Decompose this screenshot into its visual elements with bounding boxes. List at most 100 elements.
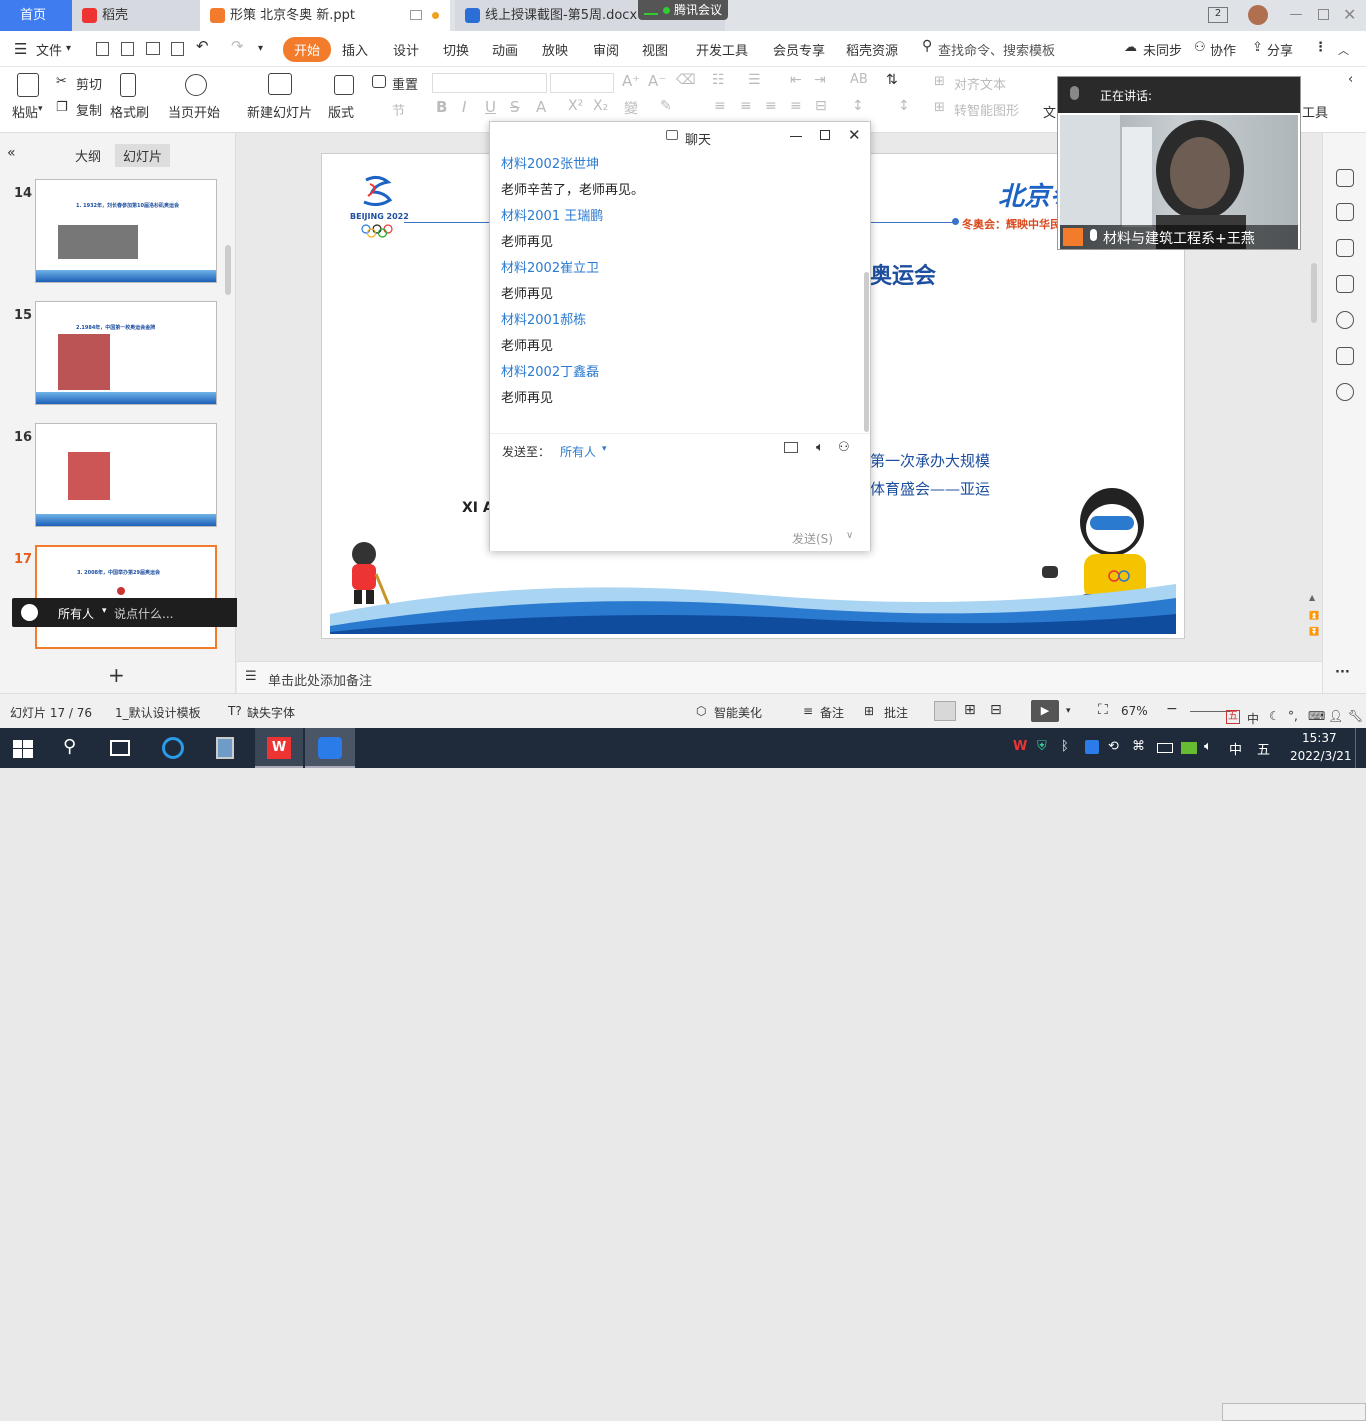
volume-icon[interactable]: 🔈︎ <box>1204 739 1212 754</box>
missing-font-button[interactable]: 缺失字体 <box>247 704 295 721</box>
menu-file[interactable]: 文件 <box>36 40 62 59</box>
punctuation-icon[interactable]: °, <box>1288 709 1298 723</box>
quick-access-dropdown-icon[interactable]: ▾ <box>258 43 263 54</box>
distribute-icon[interactable]: ⊟ <box>815 98 827 114</box>
close-icon[interactable]: ✕ <box>848 126 861 144</box>
collapse-ribbon-icon[interactable]: ︿ <box>1338 42 1349 58</box>
numbering-icon[interactable]: ☰ <box>748 72 761 88</box>
chevron-down-icon[interactable]: ▾ <box>1066 706 1071 716</box>
font-shrink-icon[interactable]: A⁻ <box>648 72 666 90</box>
outdent-icon[interactable]: ⇤ <box>790 72 802 88</box>
help-icon[interactable] <box>1336 311 1354 329</box>
font-color-icon[interactable]: A <box>536 98 546 116</box>
restore-icon[interactable] <box>1318 9 1329 20</box>
menu-developer[interactable]: 开发工具 <box>696 40 748 59</box>
tab-docer[interactable]: 稻壳 <box>72 0 200 31</box>
slide-thumbnail-14[interactable]: 1. 1932年，刘长春参加第10届洛杉矶奥运会 <box>35 179 217 283</box>
clock-time[interactable]: 15:37 <box>1302 731 1337 745</box>
next-slide-icon[interactable]: ⏬ <box>1309 627 1319 636</box>
show-desktop-button[interactable] <box>1355 728 1356 768</box>
send-to-select[interactable]: 所有人 <box>560 443 596 460</box>
collapse-panel-icon[interactable]: « <box>7 145 16 161</box>
zoom-slider[interactable] <box>1190 711 1230 712</box>
font-grow-icon[interactable]: A⁺ <box>622 72 640 90</box>
comments-button[interactable]: 批注 <box>884 704 908 721</box>
meeting-tray-icon[interactable] <box>1085 740 1099 754</box>
phonetic-icon[interactable]: 變 <box>624 98 638 118</box>
menu-start[interactable]: 开始 <box>283 37 332 62</box>
user-settings-icon[interactable]: ⚇ <box>838 440 850 455</box>
undo-icon[interactable]: ↶ <box>196 37 209 55</box>
paste-button[interactable]: 粘贴 <box>12 102 38 121</box>
eraser-icon[interactable]: ⌫ <box>676 72 696 88</box>
search-icon[interactable]: ⚲ <box>63 736 76 757</box>
notes-placeholder[interactable]: 单击此处添加备注 <box>268 670 372 689</box>
menu-member[interactable]: 会员专享 <box>773 40 825 59</box>
file-icon[interactable] <box>784 442 798 453</box>
font-family-select[interactable] <box>432 73 547 93</box>
taskbar-meeting[interactable] <box>305 728 355 768</box>
justify-icon[interactable]: ≡ <box>790 98 802 114</box>
export-icon[interactable] <box>121 42 134 56</box>
search-icon[interactable]: ⚲ <box>922 38 932 54</box>
emoji-icon[interactable] <box>21 604 38 621</box>
command-search[interactable]: 查找命令、搜索模板 <box>938 40 1055 59</box>
sort-icon[interactable]: ⇅ <box>886 72 898 88</box>
cloud-icon[interactable]: ☁ <box>1124 40 1137 55</box>
wps-tray-icon[interactable]: W <box>1013 739 1027 754</box>
subscript-icon[interactable]: X₂ <box>593 98 608 114</box>
print-icon[interactable] <box>146 42 160 55</box>
star-icon[interactable] <box>1336 239 1354 257</box>
maximize-icon[interactable] <box>820 130 830 140</box>
settings-sliders-icon[interactable] <box>1336 203 1354 221</box>
ime-wubi-indicator[interactable]: 五 <box>1257 739 1270 758</box>
align-right-icon[interactable]: ≡ <box>765 98 777 114</box>
edge-browser-icon[interactable] <box>162 737 184 759</box>
section-button[interactable]: 节 <box>392 100 405 119</box>
normal-view-icon[interactable] <box>934 701 956 721</box>
font-size-select[interactable] <box>550 73 614 93</box>
strikethrough-icon[interactable]: S <box>510 98 520 116</box>
paste-icon[interactable] <box>17 73 39 97</box>
slide-thumbnail-15[interactable]: 2.1984年，中国第一枚奥运会金牌 <box>35 301 217 405</box>
redo-icon[interactable]: ↷ <box>231 37 244 55</box>
tools-button[interactable]: 工具 <box>1302 102 1328 121</box>
meeting-recipient-select[interactable]: 所有人 <box>58 605 94 622</box>
reading-view-icon[interactable]: ⊟ <box>990 702 1002 718</box>
paragraph-spacing-icon[interactable]: ↕ <box>898 98 910 114</box>
panel-scrollbar[interactable] <box>225 245 231 295</box>
menu-docer-resources[interactable]: 稻壳资源 <box>846 40 898 59</box>
minimize-icon[interactable] <box>1290 14 1302 15</box>
menu-review[interactable]: 审阅 <box>593 40 619 59</box>
underline-icon[interactable]: U <box>485 98 496 116</box>
tab-slides[interactable]: 幻灯片 <box>115 144 171 167</box>
print-preview-icon[interactable] <box>171 42 184 56</box>
menu-animation[interactable]: 动画 <box>492 40 518 59</box>
meeting-indicator[interactable]: 腾讯会议 <box>638 0 728 20</box>
indent-icon[interactable]: ⇥ <box>814 72 826 88</box>
avatar[interactable] <box>1248 5 1268 25</box>
tab-outline[interactable]: 大纲 <box>75 146 101 165</box>
smart-shape-button[interactable]: 转智能图形 <box>954 100 1019 119</box>
send-button[interactable]: 发送(S) <box>792 530 833 547</box>
reset-button[interactable]: 重置 <box>392 74 418 93</box>
volume-icon[interactable]: 🔈︎ <box>816 440 824 455</box>
ime-indicator[interactable]: 中 <box>1229 739 1242 758</box>
window-count-icon[interactable]: 2 <box>1208 7 1228 23</box>
nvidia-icon[interactable] <box>1181 742 1197 754</box>
textbox-button[interactable]: 文 <box>1043 102 1056 121</box>
bluetooth-icon[interactable]: ᛒ <box>1061 739 1069 754</box>
cut-button[interactable]: 剪切 <box>76 74 102 93</box>
play-current-button[interactable]: 当页开始 <box>168 102 220 121</box>
copy-layout-icon[interactable] <box>1336 275 1354 293</box>
align-center-icon[interactable]: ≡ <box>740 98 752 114</box>
unsync-button[interactable]: 未同步 <box>1143 40 1182 59</box>
chat-scrollbar[interactable] <box>864 272 869 432</box>
layout-button[interactable]: 版式 <box>328 102 354 121</box>
more-icon[interactable]: ⋮ <box>1314 40 1327 55</box>
menu-transition[interactable]: 切换 <box>443 40 469 59</box>
slide-thumbnail-17[interactable]: 3. 2008年，中国举办第29届奥运会 <box>35 545 217 649</box>
image-icon[interactable] <box>1336 347 1354 365</box>
moon-icon[interactable]: ☾ <box>1269 709 1280 723</box>
tab-ppt[interactable]: 形策 北京冬奥 新.ppt <box>200 0 450 31</box>
